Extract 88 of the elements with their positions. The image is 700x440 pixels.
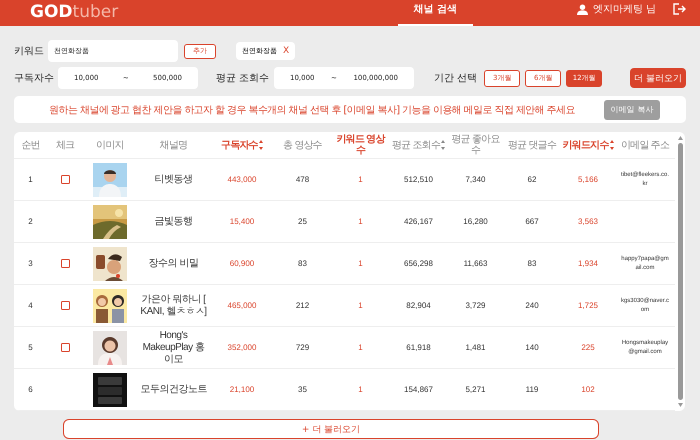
column-header[interactable]: 평균 조회수 (392, 140, 440, 150)
keyword-index: 225 (581, 343, 595, 352)
avg-views-label: 평균 조회수 (216, 72, 270, 85)
checkbox[interactable] (60, 301, 70, 310)
logo: GODtuber (30, 2, 120, 22)
channel-name: Hong's MakeupPlay 홍이모 (142, 330, 206, 366)
sort-icon[interactable] (610, 140, 614, 150)
column-header: 총 영상수 (282, 140, 323, 150)
column-header: 평균 댓글수 (507, 140, 558, 150)
nav-tab[interactable]: 채널 검색 (398, 2, 474, 26)
checkbox[interactable] (60, 343, 70, 352)
video-count: 729 (296, 343, 310, 352)
column-header: 평균 좋아요 수 (450, 134, 501, 156)
row-number: 2 (28, 217, 33, 226)
keyword-label: 키워드 (14, 45, 45, 58)
avg-likes: 7,340 (465, 175, 486, 184)
keyword-index: 3,563 (578, 217, 598, 226)
channel-name: 티벳동생 (154, 174, 194, 186)
column-header: 키워드 영상 수 (336, 134, 386, 156)
avg-views: 82,904 (406, 301, 431, 310)
keyword-video-count: 1 (358, 301, 363, 310)
user-name: 엣지마케팅 님 (592, 3, 656, 16)
avg-views: 426,167 (404, 217, 433, 226)
avg-views: 656,298 (404, 259, 433, 268)
column-header[interactable]: 키워드지수 (562, 140, 608, 150)
row-number: 4 (28, 301, 33, 310)
column-header: 순번 (20, 140, 41, 150)
avg-views: 154,867 (404, 385, 433, 394)
checkbox[interactable] (60, 175, 70, 184)
notice-text: 원하는 채널에 광고 협찬 제안을 하고자 할 경우 복수개의 채널 선택 후 [이메일 복사] 기능을 이용해 메일로 직접 제안해 주세요 (48, 104, 576, 116)
video-count: 25 (298, 217, 307, 226)
keyword-video-count: 1 (358, 259, 363, 268)
avg-likes: 3,729 (465, 301, 486, 310)
keyword-video-count: 1 (358, 217, 363, 226)
avg-comments: 667 (525, 217, 539, 226)
channel-name: 모두의건강노트 (139, 384, 208, 396)
avg-likes: 5,271 (465, 385, 486, 394)
load-button[interactable]: 더 불러오기 (630, 68, 686, 88)
avg-comments: 240 (525, 301, 539, 310)
keyword-video-count: 1 (358, 343, 363, 352)
channel-name: 장수의 비밀 (148, 258, 200, 270)
user-icon (576, 4, 588, 14)
avg-likes: 11,663 (464, 259, 488, 268)
row-number: 6 (28, 385, 33, 394)
video-count: 35 (298, 385, 307, 394)
avg-views: 61,918 (406, 343, 431, 352)
scroll-down-icon[interactable] (678, 403, 682, 407)
row-number: 5 (28, 343, 33, 352)
keyword-index: 5,166 (578, 175, 598, 184)
subscriber-count: 21,100 (230, 385, 254, 394)
avg-likes: 1,481 (465, 343, 486, 352)
column-header: 체크 (54, 140, 76, 150)
video-count: 212 (296, 301, 310, 310)
avg-comments: 140 (525, 343, 539, 352)
channel-name: 금빛동행 (154, 216, 194, 228)
keyword-index: 102 (581, 385, 595, 394)
row-number: 1 (28, 175, 33, 184)
subscriber-count: 352,000 (228, 343, 256, 352)
channel-name: 가은아 뭐하니 [ KANI, 헬ㅊㅎㅅ] (139, 294, 208, 318)
keyword-index: 1,725 (578, 301, 598, 310)
column-header: 이미지 (95, 140, 125, 150)
avg-likes: 16,280 (463, 217, 488, 226)
column-header: 이메일 주소 (620, 140, 670, 150)
avg-comments: 62 (528, 175, 536, 184)
scroll-up-icon[interactable] (678, 136, 682, 140)
keyword-video-count: 1 (358, 175, 363, 184)
video-count: 83 (298, 259, 307, 268)
sort-icon[interactable] (258, 140, 263, 150)
row-number: 3 (28, 259, 33, 268)
column-header[interactable]: 구독자수 (221, 140, 258, 150)
avg-views: 512,510 (404, 175, 433, 184)
keyword-index: 1,934 (578, 259, 598, 268)
sort-icon[interactable] (440, 140, 445, 150)
remove-button[interactable]: X (283, 46, 290, 56)
period-label: 기간 선택 (434, 72, 478, 85)
subscriber-count: 60,900 (230, 259, 254, 268)
avg-comments: 119 (526, 385, 538, 394)
checkbox[interactable] (60, 259, 70, 268)
subscriber-count: 15,400 (230, 217, 254, 226)
column-header: 채널명 (158, 140, 188, 150)
subscriber-count: 443,000 (228, 175, 256, 184)
subscribers-label: 구독자수 (14, 72, 55, 85)
keyword-video-count: 1 (358, 385, 363, 394)
video-count: 478 (296, 175, 310, 184)
avg-comments: 83 (528, 259, 536, 268)
subscriber-count: 465,000 (228, 301, 256, 310)
load-more-button[interactable]: + 더 불러오기 (63, 419, 599, 439)
logout-icon[interactable] (673, 3, 686, 15)
